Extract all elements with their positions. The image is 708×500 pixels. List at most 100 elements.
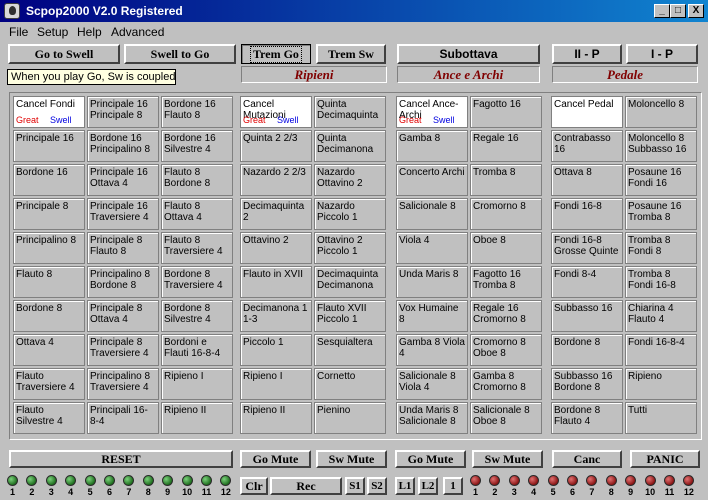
menu-advanced[interactable]: Advanced [111,25,164,39]
stop-button[interactable]: Fondi 16-8 Grosse Quinte [551,232,623,264]
one-button[interactable]: 1 [443,477,463,495]
green-led[interactable] [26,475,38,486]
stop-button[interactable]: Principali 16-8-4 [87,402,159,434]
red-led[interactable] [528,475,540,486]
subottava-button[interactable]: Subottava [397,44,540,64]
stop-button[interactable]: Fagotto 16 [470,96,542,128]
stop-button[interactable]: Posaune 16 Tromba 8 [625,198,697,230]
stop-button[interactable]: Bordone 8 Flauto 4 [551,402,623,434]
stop-button[interactable]: Moloncello 8 Subbasso 16 [625,130,697,162]
stop-button[interactable]: Concerto Archi [396,164,468,196]
stop-button[interactable]: Ottava 4 [13,334,85,366]
stop-button[interactable]: Tromba 8 Fondi 16-8 [625,266,697,298]
stop-button[interactable]: Oboe 8 [470,232,542,264]
stop-button[interactable]: Cancel Fondi Great Swell [13,96,85,128]
stop-button[interactable]: Cancel Mutazioni Great Swell [240,96,312,128]
stop-button[interactable]: Contrabasso 16 [551,130,623,162]
stop-button[interactable]: Fondi 16-8-4 [625,334,697,366]
green-led[interactable] [181,475,193,486]
stop-button[interactable]: Principalino 8 Bordone 8 [87,266,159,298]
red-led[interactable] [605,475,617,486]
clr-button[interactable]: Clr [240,477,268,495]
green-led[interactable] [104,475,115,486]
stop-button[interactable]: Principale 8 Flauto 8 [87,232,159,264]
menu-help[interactable]: Help [77,25,102,39]
green-led[interactable] [45,475,57,486]
stop-button[interactable]: Regale 16 Cromorno 8 [470,300,542,332]
stop-button[interactable]: Ottavino 2 [240,232,312,264]
panic-button[interactable]: PANIC [630,450,700,468]
red-led[interactable] [683,475,695,486]
red-led[interactable] [567,475,578,486]
stop-button[interactable]: Decimaquinta Decimanona [314,266,386,298]
stop-button[interactable]: Ripieno II [240,402,312,434]
stop-button[interactable]: Principale 16 Ottava 4 [87,164,159,196]
stop-button[interactable]: Bordone 16 Principalino 8 [87,130,159,162]
ii-p-button[interactable]: II - P [552,44,622,64]
red-led[interactable] [586,475,598,486]
sw-mute-button-2[interactable]: Sw Mute [472,450,543,468]
stop-button[interactable]: Regale 16 [470,130,542,162]
stop-button[interactable]: Flauto Traversiere 4 [13,368,85,400]
reset-button[interactable]: RESET [9,450,233,468]
rec-button[interactable]: Rec [270,477,342,495]
stop-button[interactable]: Chiarina 4 Flauto 4 [625,300,697,332]
stop-button[interactable]: Quinta Decimanona [314,130,386,162]
stop-button[interactable]: Bordone 16 Flauto 8 [161,96,233,128]
stop-button[interactable]: Bordone 16 Silvestre 4 [161,130,233,162]
stop-button[interactable]: Ripieno II [161,402,233,434]
stop-button[interactable]: Unda Maris 8 [396,266,468,298]
stop-button[interactable]: Bordone 16 [13,164,85,196]
go-to-swell-button[interactable]: Go to Swell [8,44,120,64]
stop-button[interactable]: Cromorno 8 [470,198,542,230]
stop-button[interactable]: Nazardo Piccolo 1 [314,198,386,230]
stop-button[interactable]: Salicionale 8 [396,198,468,230]
stop-button[interactable]: Tutti [625,402,697,434]
stop-button[interactable]: Flauto 8 Traversiere 4 [161,232,233,264]
s1-button[interactable]: S1 [345,477,365,495]
stop-button[interactable]: Ripieno I [161,368,233,400]
stop-button[interactable]: Bordone 8 Traversiere 4 [161,266,233,298]
stop-button[interactable]: Decimanona 1 1-3 [240,300,312,332]
stop-button[interactable]: Decimaquinta 2 [240,198,312,230]
stop-button[interactable]: Salicionale 8 Oboe 8 [470,402,542,434]
swell-to-go-button[interactable]: Swell to Go [124,44,236,64]
stop-button[interactable]: Sesquialtera [314,334,386,366]
stop-button[interactable]: Subbasso 16 [551,300,623,332]
stop-button[interactable]: Posaune 16 Fondi 16 [625,164,697,196]
red-led[interactable] [508,475,520,486]
stop-button[interactable]: Ripieno I [240,368,312,400]
menu-setup[interactable]: Setup [37,25,68,39]
stop-button[interactable]: Nazardo 2 2/3 [240,164,312,196]
red-led[interactable] [625,475,637,486]
stop-button[interactable]: Ottavino 2 Piccolo 1 [314,232,386,264]
menu-file[interactable]: File [9,25,28,39]
stop-button[interactable]: Principale 16 Traversiere 4 [87,198,159,230]
green-led[interactable] [84,475,96,486]
green-led[interactable] [162,475,174,486]
stop-button[interactable]: Gamba 8 Viola 4 [396,334,468,366]
stop-button[interactable]: Principale 8 Traversiere 4 [87,334,159,366]
red-led[interactable] [644,475,656,486]
stop-button[interactable]: Vox Humaine 8 [396,300,468,332]
go-mute-button-2[interactable]: Go Mute [395,450,466,468]
go-mute-button[interactable]: Go Mute [240,450,311,468]
stop-button[interactable]: Flauto 8 Ottava 4 [161,198,233,230]
stop-button[interactable]: Fondi 8-4 [551,266,623,298]
stop-button[interactable]: Pienino [314,402,386,434]
stop-button[interactable]: Principalino 8 [13,232,85,264]
stop-button[interactable]: Nazardo Ottavino 2 [314,164,386,196]
stop-button[interactable]: Ripieno [625,368,697,400]
stop-button[interactable]: Flauto XVII Piccolo 1 [314,300,386,332]
green-led[interactable] [142,475,154,486]
red-led[interactable] [547,475,559,486]
stop-button[interactable]: Quinta Decimaquinta [314,96,386,128]
stop-button[interactable]: Flauto 8 [13,266,85,298]
stop-button[interactable]: Gamba 8 Cromorno 8 [470,368,542,400]
green-led[interactable] [7,475,18,486]
red-led[interactable] [470,475,481,486]
stop-button[interactable]: Principale 16 Principale 8 [87,96,159,128]
maximize-button[interactable]: □ [670,4,686,18]
stop-button[interactable]: Salicionale 8 Viola 4 [396,368,468,400]
stop-button[interactable]: Flauto Silvestre 4 [13,402,85,434]
